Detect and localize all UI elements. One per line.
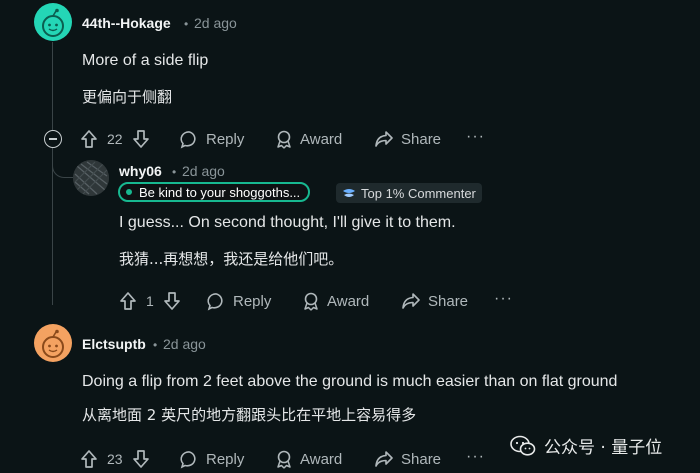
upvote-icon[interactable] xyxy=(80,449,98,469)
meta-separator: • xyxy=(172,165,177,179)
comment-bubble-icon xyxy=(207,293,223,311)
downvote-icon[interactable] xyxy=(163,291,181,311)
vote-control: 22 xyxy=(80,129,150,149)
award-button[interactable]: Award xyxy=(275,130,342,149)
avatar[interactable] xyxy=(34,3,72,41)
snoo-avatar-icon xyxy=(42,8,64,37)
comment-username[interactable]: why06 xyxy=(119,163,162,179)
comment-username[interactable]: 44th--Hokage xyxy=(82,15,171,31)
meta-separator: • xyxy=(184,17,189,31)
upvote-icon[interactable] xyxy=(119,291,137,311)
reply-label: Reply xyxy=(206,451,245,468)
comment-username[interactable]: Elctsuptb xyxy=(82,336,146,352)
user-flair: Be kind to your shoggoths... xyxy=(118,182,311,202)
wechat-icon xyxy=(510,435,536,456)
share-icon xyxy=(375,131,393,147)
vote-count: 22 xyxy=(107,131,123,147)
meta-separator: • xyxy=(153,338,158,352)
reply-button[interactable]: Reply xyxy=(207,292,271,311)
flair-text: Be kind to your shoggoths... xyxy=(139,184,301,200)
award-label: Award xyxy=(327,293,370,310)
downvote-icon[interactable] xyxy=(132,449,150,469)
top-commenter-icon xyxy=(343,189,355,197)
thread-line xyxy=(52,42,53,132)
award-icon xyxy=(277,450,291,469)
comment-translation: 更偏向于侧翻 xyxy=(82,88,173,106)
share-button[interactable]: Share xyxy=(374,130,441,148)
avatar[interactable] xyxy=(34,324,72,362)
comment-translation: 我猜...再想想，我还是给他们吧。 xyxy=(119,250,344,268)
share-icon xyxy=(402,293,420,309)
share-label: Share xyxy=(401,130,442,148)
comment-timestamp[interactable]: 2d ago xyxy=(194,15,237,31)
watermark: 公众号 · 量子位 xyxy=(510,433,662,458)
more-options-button[interactable]: ··· xyxy=(466,448,485,466)
more-options-button[interactable]: ··· xyxy=(494,290,513,308)
award-button[interactable]: Award xyxy=(275,450,342,469)
award-label: Award xyxy=(300,131,343,148)
award-button[interactable]: Award xyxy=(302,292,369,311)
reply-label: Reply xyxy=(233,293,272,310)
watermark-text: 公众号 · 量子位 xyxy=(544,438,663,458)
vote-control: 1 xyxy=(119,291,181,311)
reply-label: Reply xyxy=(206,131,245,148)
share-label: Share xyxy=(401,450,442,468)
thread-branch xyxy=(52,150,74,178)
comment-text: I guess... On second thought, I'll give … xyxy=(119,214,456,231)
user-avatar-image xyxy=(73,160,109,196)
flair-dot xyxy=(126,189,132,195)
vote-count: 23 xyxy=(107,451,123,467)
share-button[interactable]: Share xyxy=(401,292,468,310)
collapse-icon xyxy=(49,138,57,140)
downvote-icon[interactable] xyxy=(132,129,150,149)
comment-text: Doing a flip from 2 feet above the groun… xyxy=(82,373,618,390)
award-icon xyxy=(304,292,318,311)
share-button[interactable]: Share xyxy=(374,450,441,468)
vote-count: 1 xyxy=(146,293,154,309)
comment-translation: 从离地面 2 英尺的地方翻跟头比在平地上容易得多 xyxy=(82,406,417,424)
reply-button[interactable]: Reply xyxy=(180,450,244,469)
reply-button[interactable]: Reply xyxy=(180,130,244,149)
comment-timestamp[interactable]: 2d ago xyxy=(163,336,206,352)
comment-timestamp[interactable]: 2d ago xyxy=(182,163,225,179)
award-label: Award xyxy=(300,451,343,468)
badge-text: Top 1% Commenter xyxy=(361,185,476,201)
more-options-button[interactable]: ··· xyxy=(466,128,485,146)
top-commenter-badge: Top 1% Commenter xyxy=(336,183,482,203)
share-icon xyxy=(375,451,393,467)
collapse-thread-button[interactable] xyxy=(44,130,62,148)
snoo-avatar-icon xyxy=(42,329,64,358)
award-icon xyxy=(277,130,291,149)
comment-bubble-icon xyxy=(180,451,196,469)
comment-text: More of a side flip xyxy=(82,52,209,69)
upvote-icon[interactable] xyxy=(80,129,98,149)
share-label: Share xyxy=(428,292,469,310)
comment-bubble-icon xyxy=(180,131,196,149)
vote-control: 23 xyxy=(80,449,150,469)
avatar[interactable] xyxy=(73,160,109,196)
